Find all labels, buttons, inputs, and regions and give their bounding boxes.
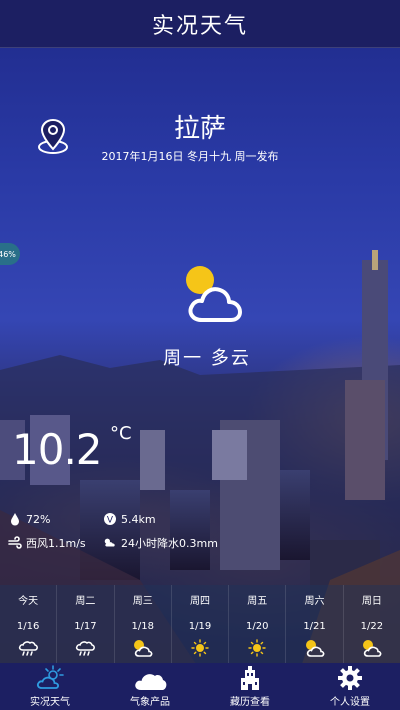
tab-settings[interactable]: 个人设置: [300, 663, 400, 710]
forecast-day-date: 1/18: [131, 621, 154, 632]
forecast-day[interactable]: 周三 1/18: [115, 585, 172, 663]
forecast-day[interactable]: 周日 1/22: [344, 585, 400, 663]
humidity-value: 72%: [26, 512, 51, 526]
precipitation-stat: 24小时降水0.3mm: [103, 535, 218, 551]
forecast-day[interactable]: 今天 1/16: [0, 585, 58, 663]
partly-cloudy-icon: [133, 640, 153, 657]
publish-info: 2017年1月16日 冬月十九 周一发布: [101, 150, 279, 163]
forecast-day[interactable]: 周六 1/21: [286, 585, 344, 663]
weekly-forecast: 今天 1/16 周二 1/17 周三 1/18 周四 1/19 周五 1/20 …: [0, 585, 400, 663]
forecast-day-name: 周四: [189, 596, 210, 607]
wind-value: 西风1.1m/s: [26, 537, 86, 550]
humidity-icon: [8, 512, 22, 526]
forecast-day-name: 周五: [247, 596, 268, 607]
precipitation-value: 24小时降水0.3mm: [121, 537, 218, 550]
gear-icon: [338, 666, 362, 690]
forecast-day-name: 周六: [304, 596, 325, 607]
tab-tibetan-calendar[interactable]: 藏历查看: [200, 663, 300, 710]
forecast-day-name: 今天: [18, 596, 39, 607]
tab-label: 个人设置: [330, 697, 370, 708]
svg-text:V: V: [107, 516, 114, 526]
forecast-day-date: 1/20: [246, 621, 269, 632]
rain-sun-icon: [103, 536, 117, 550]
visibility-icon: V: [103, 512, 117, 526]
current-temperature: 10.2: [12, 425, 103, 474]
tab-weather-products[interactable]: 气象产品: [100, 663, 200, 710]
partly-cloudy-icon: [305, 640, 324, 657]
wind-icon: [8, 536, 22, 550]
tab-label: 藏历查看: [230, 697, 270, 708]
forecast-day[interactable]: 周四 1/19: [172, 585, 230, 663]
forecast-day-name: 周二: [75, 596, 96, 607]
forecast-day-date: 1/16: [16, 621, 40, 632]
palace-icon: [241, 666, 259, 690]
cloud-icon: [135, 674, 167, 690]
forecast-day-date: 1/17: [74, 621, 97, 632]
city-name[interactable]: 拉萨: [0, 108, 400, 145]
partly-cloudy-icon: [186, 266, 242, 322]
bottom-tab-bar: 实况天气 气象产品 藏历查看 个人设置: [0, 663, 400, 710]
forecast-day-name: 周三: [132, 596, 153, 607]
weather-condition: 周一 多云: [163, 348, 251, 369]
visibility-stat: V 5.4km: [103, 512, 156, 526]
weather-live-icon: [36, 665, 64, 689]
temperature-unit: °C: [110, 423, 132, 444]
sun-icon: [191, 639, 209, 657]
forecast-day[interactable]: 周五 1/20: [229, 585, 287, 663]
forecast-day-date: 1/19: [188, 621, 212, 632]
tab-label: 实况天气: [30, 697, 70, 708]
sun-icon: [248, 639, 266, 657]
forecast-day-name: 周日: [361, 596, 382, 607]
forecast-day-date: 1/21: [303, 621, 326, 632]
page-title: 实况天气: [151, 13, 248, 39]
app-header: 实况天气: [0, 0, 400, 48]
rain-cloud-icon: [19, 641, 39, 656]
wind-stat: 西风1.1m/s: [8, 535, 86, 551]
partly-cloudy-icon: [362, 640, 382, 657]
tab-label: 气象产品: [130, 697, 170, 708]
tab-live-weather[interactable]: 实况天气: [0, 663, 100, 710]
forecast-day-date: 1/22: [360, 621, 384, 632]
rain-cloud-icon: [76, 641, 96, 656]
visibility-value: 5.4km: [121, 512, 156, 526]
forecast-day[interactable]: 周二 1/17: [57, 585, 115, 663]
humidity-stat: 72%: [8, 512, 50, 526]
